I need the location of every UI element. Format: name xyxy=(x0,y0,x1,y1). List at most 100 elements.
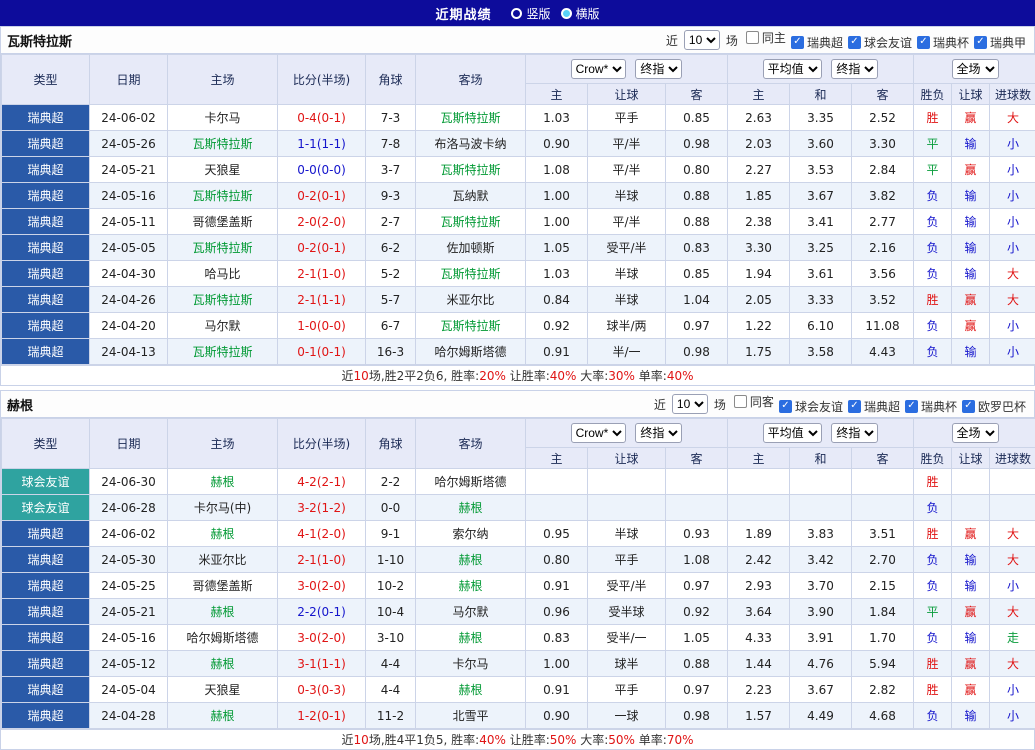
away-team-cell[interactable]: 赫根 xyxy=(416,677,526,703)
away-team-cell[interactable]: 哈尔姆斯塔德 xyxy=(416,469,526,495)
home-team-cell[interactable]: 卡尔马 xyxy=(168,105,278,131)
home-team-cell[interactable]: 天狼星 xyxy=(168,157,278,183)
scope-select[interactable]: 全场 xyxy=(952,59,999,79)
asia-odds-cell: 0.97 xyxy=(666,677,728,703)
away-team-cell[interactable]: 赫根 xyxy=(416,547,526,573)
score-cell: 4-1(2-0) xyxy=(278,521,366,547)
result-cell: 赢 xyxy=(952,677,990,703)
home-team-cell[interactable]: 米亚尔比 xyxy=(168,547,278,573)
home-team-cell[interactable]: 赫根 xyxy=(168,469,278,495)
home-team-cell[interactable]: 瓦斯特拉斯 xyxy=(168,183,278,209)
home-team-cell[interactable]: 卡尔马(中) xyxy=(168,495,278,521)
away-team-cell[interactable]: 马尔默 xyxy=(416,599,526,625)
europe-odds-cell: 11.08 xyxy=(852,313,914,339)
checkbox-unchecked-icon xyxy=(746,31,759,44)
sub-euro-home: 主 xyxy=(728,448,790,469)
result-cell: 小 xyxy=(990,703,1035,729)
asia-odds-cell: 半/一 xyxy=(588,339,666,365)
home-team-cell[interactable]: 瓦斯特拉斯 xyxy=(168,339,278,365)
away-team-cell[interactable]: 瓦斯特拉斯 xyxy=(416,157,526,183)
view-mode-radio[interactable]: 竖版 xyxy=(511,5,550,22)
filter-option[interactable]: ✓球会友谊 xyxy=(779,398,843,415)
bookmaker-select[interactable]: Crow* xyxy=(571,59,626,79)
asia-odds-cell: 1.08 xyxy=(526,157,588,183)
away-team-cell[interactable]: 瓦斯特拉斯 xyxy=(416,261,526,287)
recent-count-select[interactable]: 10 xyxy=(672,394,708,414)
filter-label: 瑞典超 xyxy=(807,34,843,51)
europe-stage-select[interactable]: 终指 xyxy=(831,59,878,79)
asia-odds-cell: 平手 xyxy=(588,105,666,131)
home-team-cell[interactable]: 马尔默 xyxy=(168,313,278,339)
home-team-cell[interactable]: 赫根 xyxy=(168,521,278,547)
away-team-cell[interactable]: 佐加顿斯 xyxy=(416,235,526,261)
away-team-cell[interactable]: 北雪平 xyxy=(416,703,526,729)
recent-count-select[interactable]: 10 xyxy=(684,30,720,50)
europe-odds-cell: 2.93 xyxy=(728,573,790,599)
filter-option[interactable]: ✓瑞典超 xyxy=(848,398,900,415)
europe-odds-cell: 3.41 xyxy=(790,209,852,235)
home-team-cell[interactable]: 瓦斯特拉斯 xyxy=(168,131,278,157)
home-team-cell[interactable]: 赫根 xyxy=(168,599,278,625)
away-team-cell[interactable]: 瓦斯特拉斯 xyxy=(416,209,526,235)
away-team-cell[interactable]: 瓦斯特拉斯 xyxy=(416,105,526,131)
away-team-cell[interactable]: 米亚尔比 xyxy=(416,287,526,313)
filter-option[interactable]: 同客 xyxy=(734,393,774,410)
europe-stage-select[interactable]: 终指 xyxy=(831,423,878,443)
bookmaker-select[interactable]: Crow* xyxy=(571,423,626,443)
home-team-cell[interactable]: 天狼星 xyxy=(168,677,278,703)
asia-odds-cell: 0.92 xyxy=(526,313,588,339)
result-cell: 赢 xyxy=(952,287,990,313)
match-row: 瑞典超24-05-26瓦斯特拉斯1-1(1-1)7-8布洛马波卡纳0.90平/半… xyxy=(2,131,1035,157)
score-cell: 3-2(1-2) xyxy=(278,495,366,521)
away-team-cell[interactable]: 瓦斯特拉斯 xyxy=(416,313,526,339)
result-cell: 小 xyxy=(990,183,1035,209)
home-team-cell[interactable]: 瓦斯特拉斯 xyxy=(168,287,278,313)
asia-odds-cell: 平/半 xyxy=(588,157,666,183)
scope-select[interactable]: 全场 xyxy=(952,423,999,443)
away-team-cell[interactable]: 赫根 xyxy=(416,625,526,651)
result-cell: 走 xyxy=(990,625,1035,651)
filter-option[interactable]: ✓瑞典甲 xyxy=(974,34,1026,51)
home-team-cell[interactable]: 赫根 xyxy=(168,703,278,729)
home-team-cell[interactable]: 哈马比 xyxy=(168,261,278,287)
europe-odds-cell: 4.33 xyxy=(728,625,790,651)
away-team-cell[interactable]: 哈尔姆斯塔德 xyxy=(416,339,526,365)
filter-option[interactable]: ✓欧罗巴杯 xyxy=(962,398,1026,415)
topbar: 近期战绩 竖版横版 xyxy=(0,0,1035,26)
result-cell: 大 xyxy=(990,651,1035,677)
filter-option[interactable]: 同主 xyxy=(746,29,786,46)
score-cell: 0-4(0-1) xyxy=(278,105,366,131)
score-cell: 1-2(0-1) xyxy=(278,703,366,729)
filter-option[interactable]: ✓瑞典杯 xyxy=(905,398,957,415)
asia-stage-select[interactable]: 终指 xyxy=(635,423,682,443)
away-team-cell[interactable]: 卡尔马 xyxy=(416,651,526,677)
away-team-cell[interactable]: 布洛马波卡纳 xyxy=(416,131,526,157)
away-team-cell[interactable]: 赫根 xyxy=(416,573,526,599)
col-away: 客场 xyxy=(416,419,526,469)
asia-odds-cell: 0.97 xyxy=(666,573,728,599)
filter-option[interactable]: ✓瑞典杯 xyxy=(917,34,969,51)
home-team-cell[interactable]: 哈尔姆斯塔德 xyxy=(168,625,278,651)
europe-avg-select[interactable]: 平均值 xyxy=(763,423,822,443)
away-team-cell[interactable]: 索尔纳 xyxy=(416,521,526,547)
checkbox-checked-icon: ✓ xyxy=(962,400,975,413)
away-team-cell[interactable]: 瓦纳默 xyxy=(416,183,526,209)
home-team-cell[interactable]: 瓦斯特拉斯 xyxy=(168,235,278,261)
result-cell: 大 xyxy=(990,287,1035,313)
asia-odds-cell: 1.08 xyxy=(666,547,728,573)
asia-odds-cell: 0.83 xyxy=(666,235,728,261)
europe-avg-select[interactable]: 平均值 xyxy=(763,59,822,79)
result-cell: 赢 xyxy=(952,157,990,183)
filter-option[interactable]: ✓瑞典超 xyxy=(791,34,843,51)
home-team-cell[interactable]: 哥德堡盖斯 xyxy=(168,573,278,599)
asia-stage-select[interactable]: 终指 xyxy=(635,59,682,79)
filter-checkboxes: 同客 ✓球会友谊 ✓瑞典超 ✓瑞典杯 ✓欧罗巴杯 xyxy=(729,393,1026,415)
asia-odds-cell: 0.98 xyxy=(666,131,728,157)
view-mode-radio[interactable]: 横版 xyxy=(561,5,600,22)
summary-footer: 近10场,胜4平1负5, 胜率:40% 让胜率:50% 大率:50% 单率:70… xyxy=(1,729,1034,749)
page-title: 近期战绩 xyxy=(435,4,491,23)
away-team-cell[interactable]: 赫根 xyxy=(416,495,526,521)
home-team-cell[interactable]: 赫根 xyxy=(168,651,278,677)
home-team-cell[interactable]: 哥德堡盖斯 xyxy=(168,209,278,235)
filter-option[interactable]: ✓球会友谊 xyxy=(848,34,912,51)
